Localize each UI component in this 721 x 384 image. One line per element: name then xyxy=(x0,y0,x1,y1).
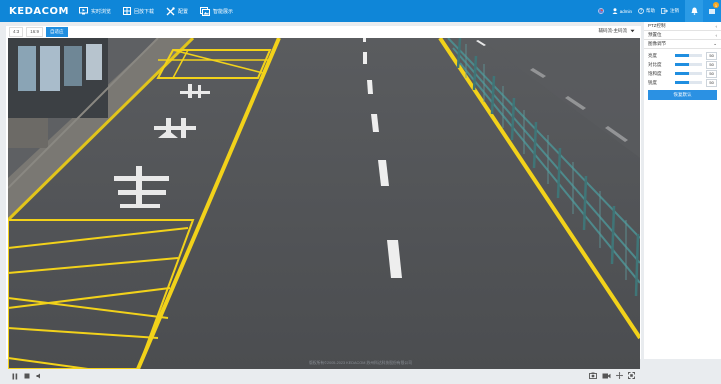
volume-button[interactable] xyxy=(36,373,42,379)
nav-config[interactable]: 配置 xyxy=(166,0,188,22)
help-icon: ? xyxy=(638,8,644,14)
section-preset[interactable]: 预置位 ‹ xyxy=(644,31,721,40)
copyright-footer: 版权所有©2005-2023 KEDACOM 苏州科达科技股份有限公司 xyxy=(308,360,412,365)
chevron-left-icon: ‹ xyxy=(715,23,718,29)
stream-select-value: 辅码流-主码流 xyxy=(598,28,628,33)
section-image-label: 图像调节 xyxy=(648,41,666,46)
brand-logo: KEDACOM xyxy=(9,5,69,17)
pause-icon xyxy=(12,373,18,379)
reset-default-button[interactable]: 恢复默认 xyxy=(648,90,717,100)
username: admin xyxy=(619,8,632,14)
alarm-icon xyxy=(709,9,715,14)
road-scene xyxy=(8,38,640,369)
ratio-4-3[interactable]: 4:3 xyxy=(9,27,24,37)
help-label: 帮助 xyxy=(646,8,655,13)
side-panel: PTZ控制 ‹ 预置位 ‹ 图像调节 ⌄ 亮度 50 对比度 50 饱和度 50… xyxy=(644,22,721,359)
video-record-icon xyxy=(602,373,611,378)
brightness-track[interactable] xyxy=(675,54,703,57)
section-ptz[interactable]: PTZ控制 ‹ xyxy=(644,22,721,31)
speaker-icon xyxy=(36,373,40,379)
bell-icon xyxy=(691,7,697,15)
notification-button[interactable] xyxy=(685,0,703,22)
nav-config-label: 配置 xyxy=(178,8,189,15)
svg-text:?: ? xyxy=(640,9,642,14)
snapshot-button[interactable] xyxy=(589,372,597,379)
fullscreen-button[interactable] xyxy=(628,372,635,379)
globe-icon xyxy=(597,8,604,14)
chevron-down-icon xyxy=(630,29,635,33)
sharpness-label: 锐度 xyxy=(648,79,657,85)
alarm-button[interactable]: 1 xyxy=(703,0,721,22)
logout-label: 注销 xyxy=(670,8,679,13)
move-arrows-icon xyxy=(616,372,623,379)
stop-icon xyxy=(24,373,30,379)
sharpness-value[interactable]: 50 xyxy=(706,78,717,87)
contrast-value[interactable]: 50 xyxy=(706,60,717,69)
saturation-label: 饱和度 xyxy=(648,70,662,76)
top-bar: KEDACOM 实时浏览 回放下载 配置 智能展示 admin ? 帮助 注销 … xyxy=(0,0,721,22)
video-panel: 4:3 16:9 自适应 辅码流-主码流 xyxy=(6,26,641,379)
alarm-badge: 1 xyxy=(713,2,719,8)
ratio-16-9[interactable]: 16:9 xyxy=(26,27,44,37)
monitor-icon xyxy=(79,7,88,15)
nav-playback-label: 回放下载 xyxy=(134,8,155,15)
nav-live[interactable]: 实时浏览 xyxy=(79,0,111,22)
pause-button[interactable] xyxy=(12,373,18,380)
brightness-label: 亮度 xyxy=(648,52,657,58)
contrast-label: 对比度 xyxy=(648,61,662,67)
user-icon xyxy=(612,8,618,14)
logout-link[interactable]: 注销 xyxy=(661,8,679,14)
chevron-down-icon: ⌄ xyxy=(713,41,717,46)
video-toolbar: 4:3 16:9 自适应 辅码流-主码流 xyxy=(6,26,641,38)
sharpness-track[interactable] xyxy=(675,81,703,84)
record-button[interactable] xyxy=(602,373,611,379)
video-stream[interactable] xyxy=(8,38,640,369)
images-icon xyxy=(200,6,211,16)
chevron-left-icon: ‹ xyxy=(715,32,718,38)
nav-playback[interactable]: 回放下载 xyxy=(123,0,154,22)
logout-icon xyxy=(661,8,668,14)
slider-saturation: 饱和度 50 xyxy=(644,69,721,78)
ptz-button[interactable] xyxy=(616,372,623,379)
saturation-value[interactable]: 50 xyxy=(706,69,717,78)
nav-live-label: 实时浏览 xyxy=(91,8,112,15)
stop-button[interactable] xyxy=(24,373,30,379)
ratio-auto[interactable]: 自适应 xyxy=(46,27,68,37)
user-menu[interactable]: admin xyxy=(612,8,632,14)
section-preset-label: 预置位 xyxy=(648,32,662,37)
saturation-track[interactable] xyxy=(675,72,703,75)
header-right: admin ? 帮助 注销 1 xyxy=(597,0,721,22)
camera-icon xyxy=(589,372,597,379)
section-ptz-label: PTZ控制 xyxy=(648,23,666,28)
brightness-value[interactable]: 50 xyxy=(706,51,717,60)
section-image[interactable]: 图像调节 ⌄ xyxy=(644,40,721,49)
nav-smart-label: 智能展示 xyxy=(213,8,234,15)
slider-brightness: 亮度 50 xyxy=(644,51,721,60)
tools-icon xyxy=(166,6,175,15)
slider-contrast: 对比度 50 xyxy=(644,60,721,69)
fullscreen-icon xyxy=(628,372,635,379)
stream-select[interactable]: 辅码流-主码流 xyxy=(599,28,636,34)
record-indicator xyxy=(597,8,606,14)
help-link[interactable]: ? 帮助 xyxy=(638,8,655,14)
slider-sharpness: 锐度 50 xyxy=(644,78,721,87)
film-icon xyxy=(123,7,132,15)
video-controls xyxy=(6,368,641,384)
nav-smart[interactable]: 智能展示 xyxy=(200,0,233,22)
video-right-controls xyxy=(584,372,635,379)
contrast-track[interactable] xyxy=(675,63,703,66)
